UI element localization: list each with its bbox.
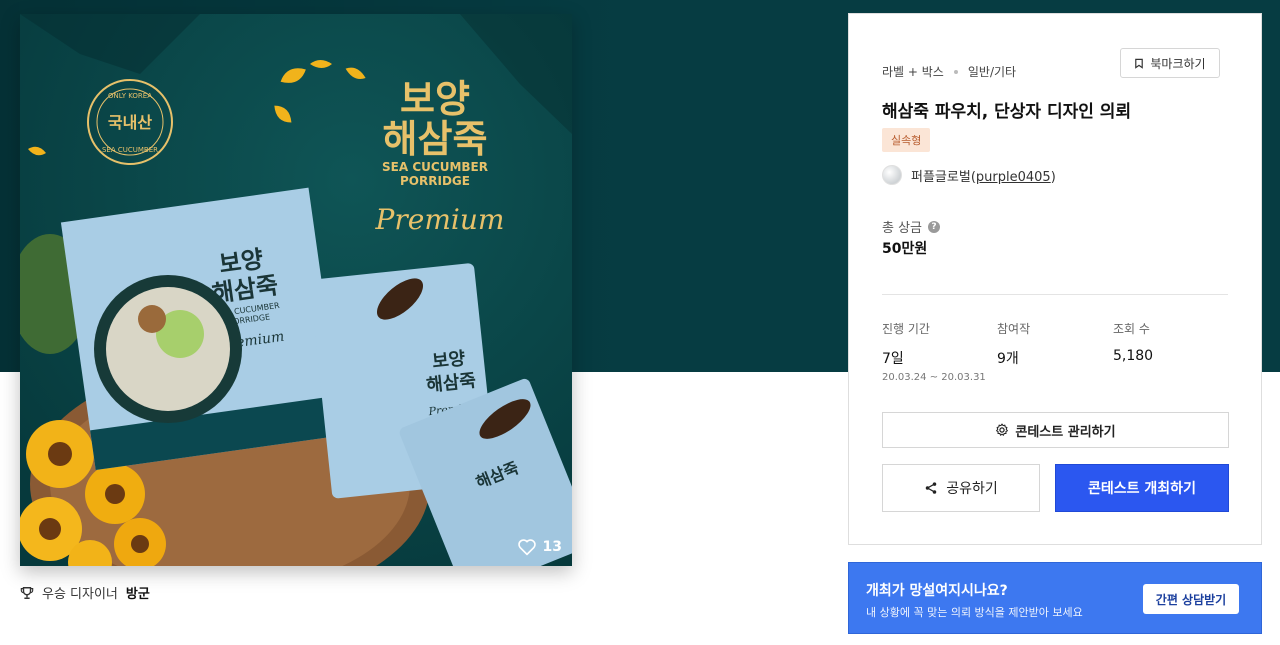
svg-text:국내산: 국내산 (108, 113, 152, 132)
stat-label: 조회 수 (1113, 322, 1150, 336)
bookmark-icon (1135, 58, 1144, 69)
host-info[interactable]: 퍼플글로벌(purple0405) (882, 165, 1056, 185)
stat-date-range: 20.03.24 ~ 20.03.31 (882, 372, 986, 383)
question-icon[interactable]: ? (928, 220, 941, 233)
trophy-icon (20, 586, 34, 599)
stat-entries: 참여작 9개 (997, 320, 1030, 368)
winner-designer-row: 우승 디자이너 방군 (20, 583, 150, 602)
gear-icon (996, 423, 1009, 436)
svg-text:ONLY KOREA: ONLY KOREA (108, 92, 152, 100)
share-label: 공유하기 (946, 481, 998, 497)
winner-name[interactable]: 방군 (126, 583, 150, 602)
banner-subtitle: 내 상황에 꼭 맞는 의뢰 방식을 제안받아 보세요 (866, 606, 1083, 619)
subcategory-label[interactable]: 일반/기타 (968, 63, 1016, 80)
prize-value: 50만원 (882, 241, 928, 257)
bookmark-label: 북마크하기 (1150, 56, 1206, 71)
plan-badge: 실속형 (882, 128, 931, 152)
svg-text:해삼죽: 해삼죽 (383, 117, 488, 161)
svg-text:PORRIDGE: PORRIDGE (400, 174, 470, 188)
svg-text:SEA CUCUMBER: SEA CUCUMBER (382, 160, 488, 174)
contest-info-card: 라벨 + 박스 일반/기타 북마크하기 해삼죽 파우치, 단상자 디자인 의뢰 … (848, 13, 1262, 545)
svg-text:Premium: Premium (375, 203, 505, 236)
like-count: 13 (542, 539, 562, 555)
category-breadcrumb: 라벨 + 박스 일반/기타 (882, 63, 1016, 80)
contest-title: 해삼죽 파우치, 단상자 디자인 의뢰 (882, 102, 1132, 122)
prize-label: 총 상금 ? (882, 217, 941, 236)
bookmark-button[interactable]: 북마크하기 (1120, 48, 1220, 78)
host-avatar (882, 165, 902, 185)
stat-label: 진행 기간 (882, 322, 930, 336)
stat-duration: 진행 기간 7일 20.03.24 ~ 20.03.31 (882, 320, 986, 383)
host-id[interactable]: purple0405 (976, 170, 1051, 185)
like-button[interactable]: 13 (517, 538, 562, 556)
separator-dot (953, 69, 958, 74)
consult-banner: 개최가 망설여지시나요? 내 상황에 꼭 맞는 의뢰 방식을 제안받아 보세요 … (848, 562, 1262, 634)
share-button[interactable]: 공유하기 (882, 464, 1040, 512)
share-icon (925, 482, 937, 494)
host-id-close-paren: ) (1050, 169, 1056, 185)
svg-text:SEA CUCUMBER: SEA CUCUMBER (102, 146, 158, 154)
stat-views: 조회 수 5,180 (1113, 320, 1153, 364)
host-name: 퍼플글로벌 (911, 169, 971, 185)
quick-consult-button[interactable]: 간편 상담받기 (1143, 584, 1239, 614)
winner-label: 우승 디자이너 (42, 587, 118, 602)
stat-label: 참여작 (997, 322, 1031, 336)
product-artwork: 국내산 ONLY KOREA SEA CUCUMBER 보양 해삼죽 SEA C… (20, 14, 572, 566)
divider (882, 294, 1228, 295)
svg-text:보양: 보양 (400, 77, 470, 121)
banner-title: 개최가 망설여지시나요? (866, 583, 1008, 599)
host-contest-button[interactable]: 콘테스트 개최하기 (1055, 464, 1229, 512)
product-image[interactable]: 국내산 ONLY KOREA SEA CUCUMBER 보양 해삼죽 SEA C… (20, 14, 572, 566)
stat-value: 5,180 (1113, 348, 1154, 364)
category-label[interactable]: 라벨 + 박스 (882, 63, 944, 80)
svg-text:보양: 보양 (431, 348, 467, 372)
stat-value: 9개 (997, 351, 1019, 367)
heart-icon (517, 539, 536, 556)
manage-contest-button[interactable]: 콘테스트 관리하기 (882, 412, 1229, 448)
prize-label-text: 총 상금 (882, 221, 923, 236)
stat-value: 7일 (882, 351, 904, 367)
manage-contest-label: 콘테스트 관리하기 (1015, 424, 1116, 440)
